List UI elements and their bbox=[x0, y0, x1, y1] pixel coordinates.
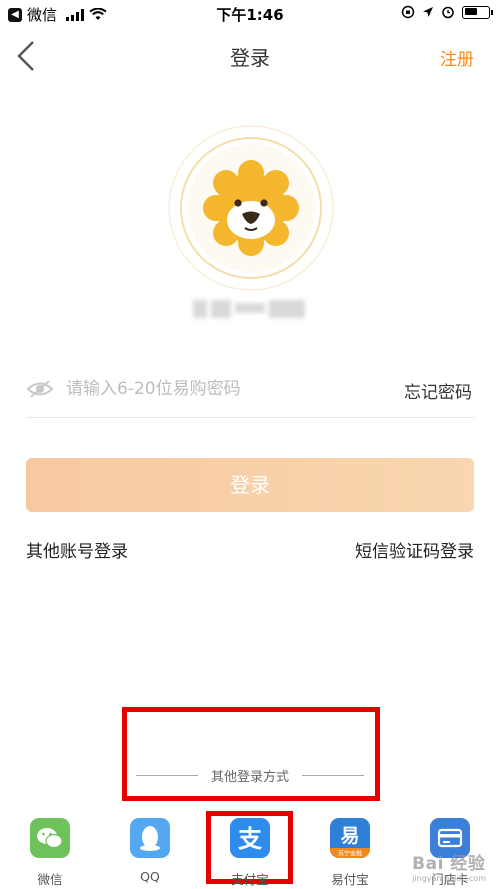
wechat-icon bbox=[30, 818, 70, 858]
avatar bbox=[168, 125, 334, 291]
annotation-box-other-login bbox=[122, 707, 380, 801]
baidu-jingyan-watermark: Bai 经验 jingyan.baidu.com bbox=[412, 849, 486, 883]
wechat-label: 微信 bbox=[37, 872, 63, 887]
lion-mascot-icon bbox=[168, 125, 334, 291]
alipay-login-option[interactable]: 支 支付宝 bbox=[215, 818, 285, 888]
alipay-label: 支付宝 bbox=[231, 872, 269, 887]
location-icon bbox=[423, 7, 433, 17]
wechat-login-option[interactable]: 微信 bbox=[15, 818, 85, 888]
rotation-lock-icon bbox=[401, 5, 415, 19]
alarm-icon bbox=[442, 6, 454, 19]
forgot-password-link[interactable]: 忘记密码 bbox=[404, 378, 472, 403]
qq-label: QQ bbox=[140, 869, 160, 884]
watermark-sub: jingyan.baidu.com bbox=[412, 874, 486, 883]
watermark-text: Bai 经验 bbox=[412, 854, 486, 874]
status-bar: ◀ 微信 下午1:46 bbox=[0, 0, 500, 28]
password-row: 忘记密码 bbox=[26, 366, 474, 418]
other-account-login-link[interactable]: 其他账号登录 bbox=[26, 537, 128, 562]
page-title: 登录 bbox=[230, 46, 270, 70]
yifubao-label: 易付宝 bbox=[331, 872, 369, 887]
divider-line-right bbox=[302, 775, 364, 776]
password-input[interactable] bbox=[66, 374, 356, 404]
status-right bbox=[401, 5, 493, 19]
login-button[interactable]: 登录 bbox=[26, 458, 474, 512]
alipay-icon: 支 bbox=[230, 818, 270, 858]
yifubao-login-option[interactable]: 易 苏宁金融 易付宝 bbox=[315, 818, 385, 888]
qq-icon bbox=[130, 818, 170, 858]
alt-login-links: 其他账号登录 短信验证码登录 bbox=[26, 537, 474, 562]
svg-text:苏宁金融: 苏宁金融 bbox=[338, 850, 362, 858]
qq-login-option[interactable]: QQ bbox=[115, 818, 185, 884]
svg-text:支: 支 bbox=[238, 825, 263, 853]
other-login-divider: 其他登录方式 bbox=[136, 766, 364, 785]
battery-icon bbox=[462, 5, 493, 19]
sms-login-link[interactable]: 短信验证码登录 bbox=[355, 537, 474, 562]
register-link[interactable]: 注册 bbox=[440, 45, 474, 70]
yifubao-icon: 易 苏宁金融 bbox=[330, 818, 370, 858]
eye-hidden-icon[interactable] bbox=[26, 378, 54, 400]
nav-bar: 登录 注册 bbox=[0, 28, 500, 84]
username-blurred bbox=[193, 300, 308, 318]
svg-text:易: 易 bbox=[340, 825, 359, 847]
